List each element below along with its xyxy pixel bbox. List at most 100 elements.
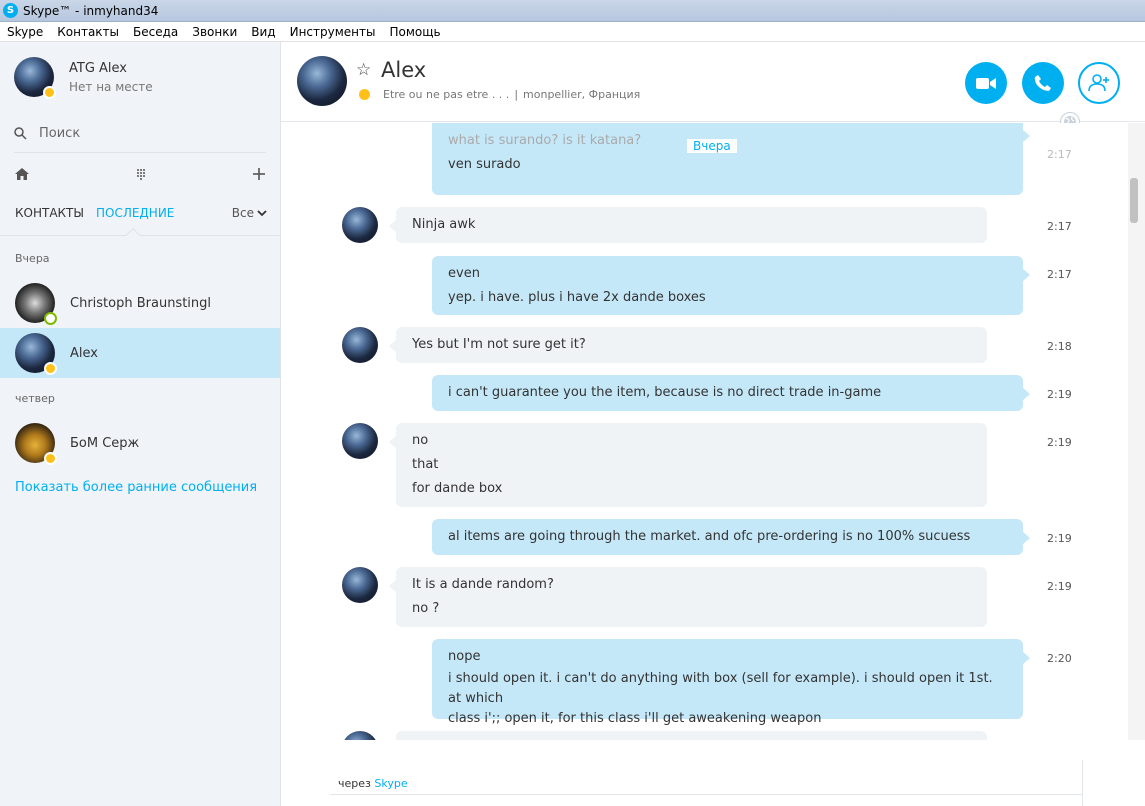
message-text: even	[448, 266, 480, 281]
message-incoming[interactable]: Ninja awk	[389, 207, 987, 243]
add-people-button[interactable]	[1078, 62, 1120, 104]
message-avatar[interactable]	[342, 207, 378, 243]
message-outgoing[interactable]: nope i should open it. i can't do anythi…	[432, 639, 1030, 726]
away-status-icon	[44, 452, 57, 465]
contact-tabs: КОНТАКТЫ ПОСЛЕДНИЕ Все	[15, 206, 267, 220]
message-avatar[interactable]	[342, 423, 378, 459]
add-person-icon	[1088, 74, 1109, 92]
menu-skype[interactable]: Skype	[7, 25, 43, 39]
profile-card[interactable]: ATG Alex Нет на месте	[14, 57, 153, 99]
compose-via-line: через Skype	[338, 777, 408, 790]
profile-mood: Нет на месте	[69, 79, 153, 94]
message-time: 2:19	[1047, 436, 1072, 449]
skype-logo-icon: S	[3, 3, 18, 18]
tab-contacts[interactable]: КОНТАКТЫ	[15, 206, 84, 220]
message-time: 2:17	[1047, 148, 1072, 161]
message-list[interactable]: what is surando? is it katana? ven surad…	[281, 123, 1128, 740]
dialpad-icon[interactable]	[136, 168, 146, 180]
video-camera-icon	[976, 77, 996, 89]
message-outgoing[interactable]: i can't guarantee you the item, because …	[432, 375, 1030, 411]
search-box[interactable]: Поиск	[14, 122, 266, 144]
group-label-yesterday: Вчера	[15, 252, 50, 265]
message-scrollbar[interactable]	[1128, 123, 1145, 740]
filter-label: Все	[231, 206, 254, 220]
message-text: i should open it. i can't do anything wi…	[448, 671, 993, 706]
via-skype-link[interactable]: Skype	[374, 777, 407, 790]
message-time: 2:19	[1047, 388, 1072, 401]
menu-bar: Skype Контакты Беседа Звонки Вид Инструм…	[0, 22, 1145, 42]
chat-contact-location: monpellier, Франция	[523, 88, 641, 101]
online-status-icon	[44, 312, 57, 325]
video-call-button[interactable]	[965, 62, 1007, 104]
message-incoming[interactable]: Yes but I'm not sure get it?	[389, 327, 987, 363]
phone-icon	[1034, 75, 1051, 91]
message-avatar[interactable]	[342, 567, 378, 603]
menu-tools[interactable]: Инструменты	[290, 25, 376, 39]
away-status-icon	[44, 362, 57, 375]
menu-contacts[interactable]: Контакты	[57, 25, 119, 39]
message-outgoing[interactable]: what is surando? is it katana? ven surad…	[432, 123, 1030, 195]
plus-icon[interactable]	[252, 167, 266, 181]
contact-serzh[interactable]: БоМ Серж	[0, 418, 280, 468]
avatar	[15, 283, 57, 325]
group-label-thursday: четвер	[15, 392, 55, 405]
home-icon[interactable]	[14, 167, 30, 181]
sidebar: ATG Alex Нет на месте Поиск КОНТАКТЫ ПОС…	[0, 42, 281, 806]
avatar	[15, 423, 57, 465]
message-incoming-partial[interactable]	[396, 731, 987, 740]
filter-dropdown[interactable]: Все	[232, 206, 267, 220]
message-time: 2:19	[1047, 580, 1072, 593]
profile-name: ATG Alex	[69, 60, 127, 76]
star-icon[interactable]: ☆	[356, 60, 371, 80]
menu-calls[interactable]: Звонки	[192, 25, 237, 39]
message-incoming[interactable]: no that for dande box	[389, 423, 987, 507]
chat-contact-mood: Etre ou ne pas etre . . .	[383, 88, 510, 101]
contact-christoph[interactable]: Christoph Braunstingl	[0, 278, 280, 328]
message-text: Yes but I'm not sure get it?	[412, 337, 586, 352]
message-time: 2:17	[1047, 268, 1072, 281]
message-avatar[interactable]	[342, 327, 378, 363]
sidebar-toolbar	[14, 152, 266, 194]
message-text: Ninja awk	[412, 217, 476, 232]
chat-avatar[interactable]	[297, 56, 347, 106]
contact-name: Christoph Braunstingl	[70, 295, 212, 311]
message-time: 2:18	[1047, 340, 1072, 353]
message-outgoing[interactable]: even yep. i have. plus i have 2x dande b…	[432, 256, 1030, 315]
profile-avatar[interactable]	[14, 57, 56, 99]
message-text: class i';; open it, for this class i'll …	[448, 711, 822, 726]
message-text: yep. i have. plus i have 2x dande boxes	[448, 290, 706, 305]
menu-help[interactable]: Помощь	[389, 25, 440, 39]
title-bar: S Skype™ - inmyhand34	[0, 0, 1145, 22]
tab-recent[interactable]: ПОСЛЕДНИЕ	[96, 206, 174, 220]
tab-divider	[0, 227, 281, 243]
message-text: no ?	[412, 601, 440, 616]
message-text: for dande box	[412, 481, 503, 496]
chat-contact-info: Etre ou ne pas etre . . . | monpellier, Фр…	[383, 88, 640, 101]
avatar	[15, 333, 57, 375]
message-text: al items are going through the market. a…	[448, 529, 971, 544]
message-avatar[interactable]	[342, 731, 378, 740]
message-time: 2:20	[1047, 652, 1072, 665]
menu-view[interactable]: Вид	[251, 25, 275, 39]
scrollbar-thumb[interactable]	[1130, 178, 1138, 223]
search-placeholder: Поиск	[39, 125, 81, 141]
message-text: i can't guarantee you the item, because …	[448, 385, 882, 400]
contact-name: БоМ Серж	[70, 435, 140, 451]
search-icon	[14, 126, 27, 140]
away-clock-icon	[359, 89, 370, 100]
away-status-icon	[43, 86, 56, 99]
message-time: 2:19	[1047, 532, 1072, 545]
menu-conversation[interactable]: Беседа	[133, 25, 178, 39]
message-outgoing[interactable]: al items are going through the market. a…	[432, 519, 1030, 555]
compose-side-divider	[1082, 760, 1083, 806]
message-incoming[interactable]: It is a dande random? no ?	[389, 567, 987, 627]
show-earlier-messages-link[interactable]: Показать более ранние сообщения	[15, 480, 257, 495]
contact-name: Alex	[70, 345, 98, 361]
chevron-down-icon	[257, 209, 267, 216]
message-time: 2:17	[1047, 220, 1072, 233]
info-separator: |	[514, 88, 519, 101]
message-text: no	[412, 433, 429, 448]
message-text: ven surado	[448, 157, 521, 172]
contact-alex[interactable]: Alex	[0, 328, 280, 378]
audio-call-button[interactable]	[1022, 62, 1064, 104]
